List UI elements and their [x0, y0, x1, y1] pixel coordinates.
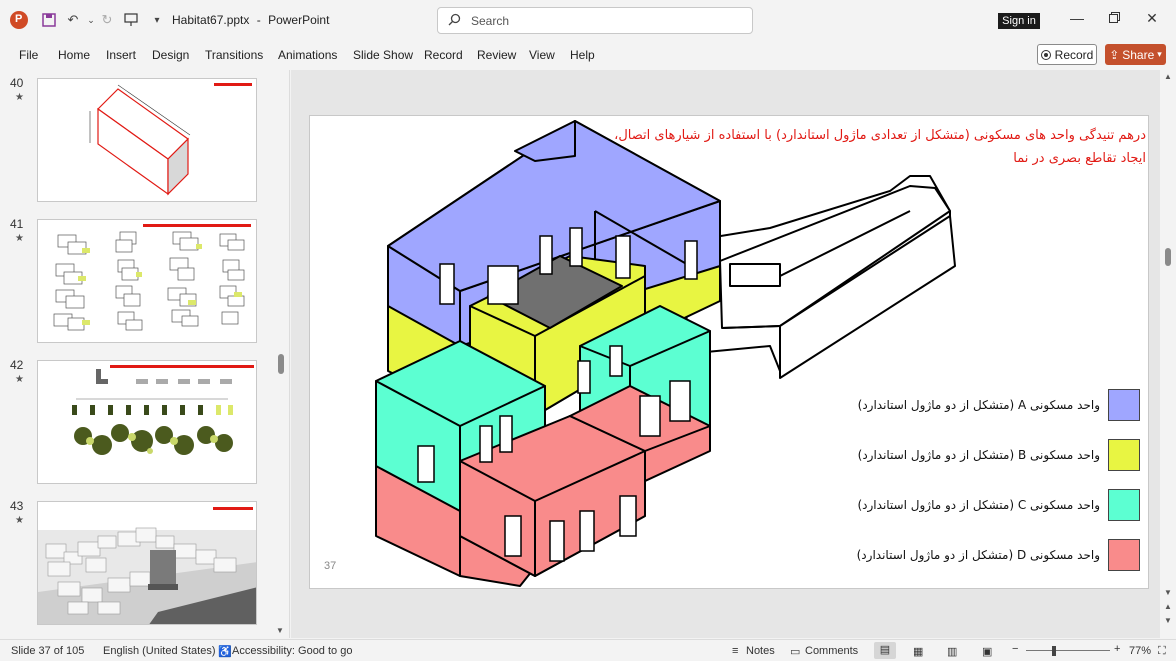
restore-icon[interactable] — [1104, 10, 1124, 30]
slideshow-view-icon[interactable]: ▣ — [982, 645, 992, 658]
fit-to-window-icon[interactable]: ⛶ — [1158, 645, 1166, 658]
notes-icon: ≡ — [732, 645, 739, 657]
tab-animations[interactable]: Animations — [278, 48, 337, 62]
accessibility-icon: ♿ — [218, 646, 232, 658]
share-button[interactable]: ⇪ Share ▾ — [1105, 44, 1166, 65]
search-placeholder: Search — [471, 13, 510, 28]
slide-count: Slide 37 of 105 — [11, 645, 85, 657]
tab-home[interactable]: Home — [58, 48, 90, 62]
language-indicator[interactable]: English (United States) — [103, 645, 216, 657]
slide-editor: درهم تنیدگی واحد های مسکونی (متشکل از تع… — [291, 70, 1160, 638]
search-box[interactable]: Search — [437, 7, 753, 34]
thumb-number: 41 — [10, 217, 24, 231]
scroll-up-icon[interactable]: ▲ — [1164, 72, 1172, 81]
tab-design[interactable]: Design — [152, 48, 189, 62]
record-icon — [1040, 49, 1051, 60]
customize-toolbar-icon[interactable]: ▾ — [146, 9, 168, 31]
record-label: Record — [1054, 47, 1094, 62]
document-title: Habitat67.pptx - PowerPoint — [172, 13, 329, 27]
slide-canvas[interactable]: درهم تنیدگی واحد های مسکونی (متشکل از تع… — [309, 115, 1149, 589]
close-icon[interactable]: ✕ — [1142, 10, 1162, 30]
tab-file[interactable]: File — [19, 48, 38, 62]
thumbnail-scrollbar[interactable] — [278, 354, 284, 374]
comments-button[interactable]: Comments — [805, 645, 858, 657]
share-label: Share — [1122, 47, 1155, 62]
zoom-slider-thumb[interactable] — [1052, 646, 1056, 656]
comments-icon: ▭ — [790, 646, 801, 658]
thumb-number: 42 — [10, 358, 24, 372]
habitat-photo-thumb — [38, 502, 256, 624]
slide-sorter-icon[interactable]: ▦ — [913, 645, 923, 658]
redo-icon[interactable]: ↻ — [96, 9, 118, 31]
legend-item-b: واحد مسکونی B (متشکل از دو ماژول استاندا… — [830, 439, 1140, 473]
zoom-slider[interactable] — [1026, 650, 1110, 651]
accessibility-status[interactable]: Accessibility: Good to go — [232, 645, 352, 657]
animation-star-icon: ★ — [15, 515, 24, 526]
save-icon[interactable] — [38, 9, 60, 31]
slide-thumbnail-41[interactable] — [37, 219, 257, 343]
present-from-start-icon[interactable] — [120, 9, 142, 31]
legend-swatch-a — [1108, 389, 1140, 421]
filename-text: Habitat67.pptx — [172, 13, 250, 27]
tab-review[interactable]: Review — [477, 48, 516, 62]
legend-item-a: واحد مسکونی A (متشکل از دو ماژول استاندا… — [830, 389, 1140, 423]
sign-in-button[interactable]: Sign in — [998, 13, 1040, 29]
status-bar: Slide 37 of 105 English (United States) … — [0, 639, 1176, 661]
slide-number: 37 — [324, 560, 337, 572]
animation-star-icon: ★ — [15, 92, 24, 103]
title-separator: - — [256, 13, 261, 27]
box-diagram-thumb — [89, 83, 252, 196]
zoom-level[interactable]: 77% — [1129, 645, 1151, 657]
tab-help[interactable]: Help — [570, 48, 595, 62]
legend-swatch-d — [1108, 539, 1140, 571]
legend-item-d: واحد مسکونی D (متشکل از دو ماژول استاندا… — [830, 539, 1140, 573]
module-grid-thumb — [53, 224, 251, 331]
thumb-number: 40 — [10, 76, 24, 90]
legend-item-c: واحد مسکونی C (متشکل از دو ماژول استاندا… — [830, 489, 1140, 523]
module-tree-thumb — [72, 365, 254, 455]
zoom-out-button[interactable]: − — [1012, 643, 1018, 655]
editor-scroll-thumb[interactable] — [1165, 248, 1171, 266]
minimize-icon[interactable]: — — [1067, 10, 1087, 30]
animation-star-icon: ★ — [15, 233, 24, 244]
normal-view-icon[interactable]: ▤ — [874, 642, 896, 659]
notes-button[interactable]: Notes — [746, 645, 775, 657]
next-slide-icon[interactable]: ▼ — [1164, 616, 1172, 625]
legend-text-a: واحد مسکونی A (متشکل از دو ماژول استاندا… — [857, 398, 1100, 412]
record-button[interactable]: Record — [1037, 44, 1097, 65]
slide-thumbnail-42[interactable] — [37, 360, 257, 484]
scroll-down-icon[interactable]: ▼ — [276, 626, 284, 635]
app-name: PowerPoint — [268, 13, 330, 27]
chevron-down-icon: ▾ — [1157, 49, 1162, 59]
tab-record[interactable]: Record — [424, 48, 463, 62]
legend-text-b: واحد مسکونی B (متشکل از دو ماژول استاندا… — [857, 448, 1100, 462]
slide-thumbnail-43[interactable] — [37, 501, 257, 625]
scroll-down-icon[interactable]: ▼ — [1164, 588, 1172, 597]
reading-view-icon[interactable]: ▥ — [947, 645, 957, 658]
legend-text-c: واحد مسکونی C (متشکل از دو ماژول استاندا… — [857, 498, 1100, 512]
legend-swatch-c — [1108, 489, 1140, 521]
tab-insert[interactable]: Insert — [106, 48, 136, 62]
tab-transitions[interactable]: Transitions — [205, 48, 263, 62]
powerpoint-logo-icon — [10, 11, 28, 29]
ribbon-tabs: File Home Insert Design Transitions Anim… — [0, 40, 1176, 70]
legend-swatch-b — [1108, 439, 1140, 471]
editor-scrollbar[interactable]: ▲ ▼ ▲ ▼ — [1160, 70, 1176, 638]
share-icon: ⇪ — [1109, 47, 1120, 62]
animation-star-icon: ★ — [15, 374, 24, 385]
zoom-in-button[interactable]: + — [1114, 643, 1120, 655]
slide-thumbnail-40[interactable] — [37, 78, 257, 202]
thumb-number: 43 — [10, 499, 24, 513]
previous-slide-icon[interactable]: ▲ — [1164, 602, 1172, 611]
slide-thumbnail-pane: 40 ★ 41 ★ 42 ★ 43 ★ ▼ — [0, 70, 290, 638]
legend-text-d: واحد مسکونی D (متشکل از دو ماژول استاندا… — [856, 548, 1100, 562]
search-icon — [448, 13, 461, 29]
tab-view[interactable]: View — [529, 48, 555, 62]
tab-slide-show[interactable]: Slide Show — [353, 48, 413, 62]
title-bar: ↶ ⌄ ↻ ▾ Habitat67.pptx - PowerPoint Sear… — [0, 0, 1176, 40]
